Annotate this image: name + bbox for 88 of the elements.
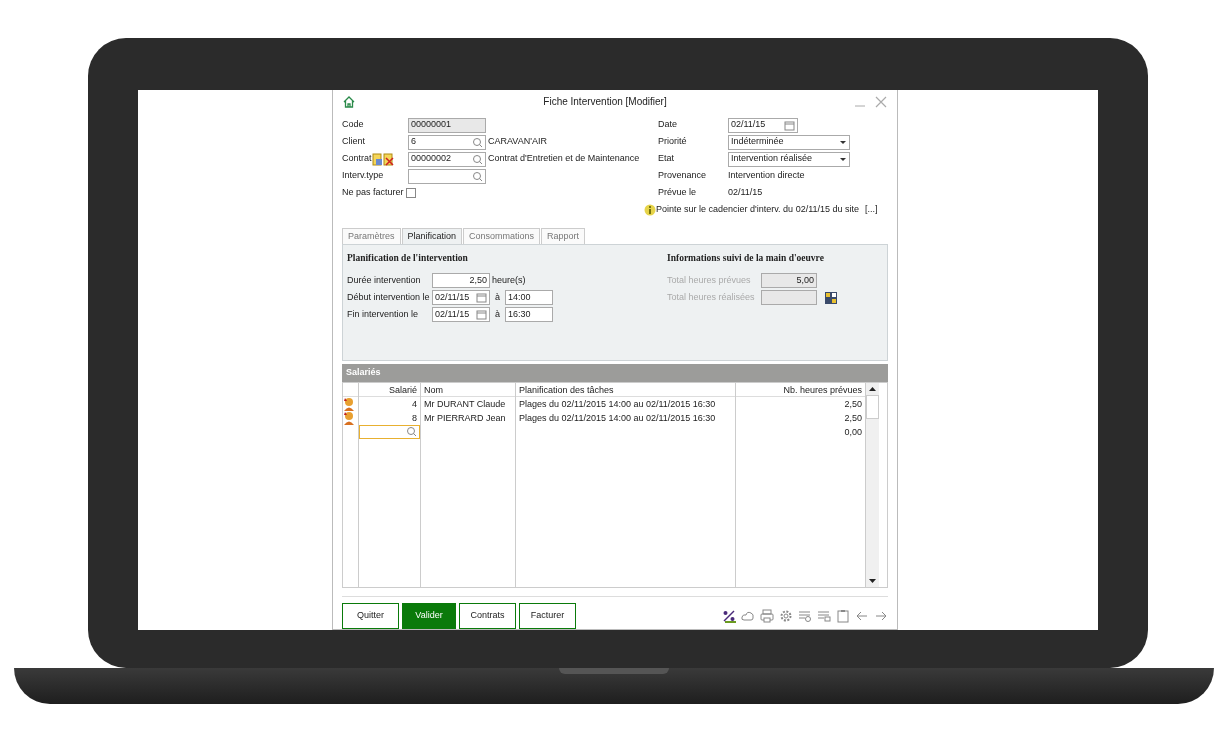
table-cell-text: Mr DURANT Claude (423, 397, 507, 411)
field-description: CARAVAN'AIR (488, 135, 547, 149)
input-field: 5,00 (761, 273, 817, 289)
clipboard-icon[interactable] (836, 609, 850, 623)
section-header: Salariés (342, 363, 888, 382)
notice-text: Pointe sur le cadencier d'interv. du 02/11/15 du site (656, 203, 859, 217)
input-field[interactable] (359, 424, 420, 439)
table-cell-text: Plages du 02/11/2015 14:00 au 02/11/2015 16:30 (518, 411, 717, 425)
list-icon[interactable] (798, 609, 812, 623)
field-label: Prévue le (658, 186, 698, 200)
field-label: Interv.type (342, 169, 385, 183)
tab[interactable]: Consommations (463, 227, 541, 245)
home-icon (342, 94, 356, 109)
more-link[interactable]: [...] (865, 203, 878, 217)
info-icon (644, 204, 656, 217)
window-title: Fiche Intervention [Modifier] (542, 95, 668, 110)
checkbox[interactable] (405, 188, 416, 199)
percent-icon[interactable] (722, 609, 736, 623)
input-field[interactable]: 2,50 (432, 273, 490, 289)
field-label: Total heures prévues (667, 274, 752, 288)
printer-icon[interactable] (760, 609, 774, 623)
field-value: Intervention directe (728, 169, 805, 183)
document-icon[interactable] (371, 152, 383, 166)
field-label: Total heures réalisées (667, 291, 756, 305)
field-label: Code (342, 118, 365, 132)
table-cell-text: Mr PIERRARD Jean (423, 411, 507, 425)
scrollbar-thumb[interactable] (866, 394, 879, 419)
field-label: Contrat (342, 152, 372, 166)
table-cell-text: 4 (411, 397, 418, 411)
input-field[interactable]: 00000001 (408, 117, 486, 133)
action-button[interactable]: Contrats (459, 603, 516, 629)
field-value: 02/11/15 (728, 186, 763, 200)
document-delete-icon[interactable] (382, 152, 394, 166)
field-label: Date (658, 118, 678, 132)
dropdown[interactable]: Indéterminée (728, 134, 850, 150)
field-label: Etat (658, 152, 675, 166)
input-field[interactable]: 6 (408, 134, 486, 150)
input-field[interactable] (408, 168, 486, 184)
column-header: Salarié (359, 382, 420, 397)
column-header: Nom (421, 382, 515, 397)
tab[interactable]: Rapport (541, 227, 586, 245)
field-label: Provenance (658, 169, 708, 183)
date-field[interactable]: 02/11/15 (432, 307, 490, 323)
back-arrow-icon[interactable] (855, 609, 869, 623)
input-field[interactable]: 00000002 (408, 151, 486, 167)
search-icon[interactable] (472, 136, 483, 148)
action-button[interactable]: Valider (402, 603, 456, 629)
column-header: Planification des tâches (516, 382, 735, 397)
tab[interactable]: Paramètres (342, 227, 401, 245)
table-cell-text: 0,00 (843, 425, 863, 439)
field-description: Contrat d'Entretien et de Maintenance (488, 152, 640, 166)
person-icon (343, 396, 355, 411)
table-cell-text: 8 (411, 411, 418, 425)
field-label: Priorité (658, 135, 688, 149)
unit-label: heure(s) (492, 274, 526, 288)
action-button[interactable]: Quitter (342, 603, 399, 629)
date-field[interactable]: 02/11/15 (728, 117, 798, 133)
calendar-icon[interactable] (476, 309, 487, 321)
dropdown[interactable]: Intervention réalisée (728, 151, 850, 167)
date-field[interactable]: 02/11/15 (432, 290, 490, 306)
column-header: Nb. heures prévues (736, 382, 865, 397)
field-label: Début intervention le (347, 291, 431, 305)
calendar-icon[interactable] (476, 292, 487, 304)
field-label: Ne pas facturer (342, 186, 404, 200)
person-icon (343, 410, 355, 425)
gear-icon[interactable] (779, 609, 793, 623)
section-heading: Planification de l'intervention (347, 252, 469, 266)
time-field[interactable]: 16:30 (505, 307, 553, 323)
time-field[interactable]: 14:00 (505, 290, 553, 306)
close-icon[interactable] (874, 94, 888, 109)
field-label: Durée intervention (347, 274, 422, 288)
search-icon[interactable] (472, 170, 483, 182)
forward-arrow-icon[interactable] (874, 609, 888, 623)
field-label: Client (342, 135, 366, 149)
table-cell-text: 2,50 (843, 397, 863, 411)
list-icon[interactable] (817, 609, 831, 623)
cloud-icon[interactable] (741, 609, 755, 623)
table-cell-text: 2,50 (843, 411, 863, 425)
field-label: Fin intervention le (347, 308, 420, 322)
action-button[interactable]: Facturer (519, 603, 576, 629)
tab[interactable]: Planification (401, 227, 463, 245)
section-heading: Informations suivi de la main d'oeuvre (667, 252, 825, 266)
separator-label: à (495, 291, 500, 305)
separator-label: à (495, 308, 500, 322)
table-cell-text: Plages du 02/11/2015 14:00 au 02/11/2015 16:30 (518, 397, 717, 411)
search-icon[interactable] (406, 426, 417, 438)
calendar-icon[interactable] (784, 119, 795, 131)
search-icon[interactable] (472, 153, 483, 165)
